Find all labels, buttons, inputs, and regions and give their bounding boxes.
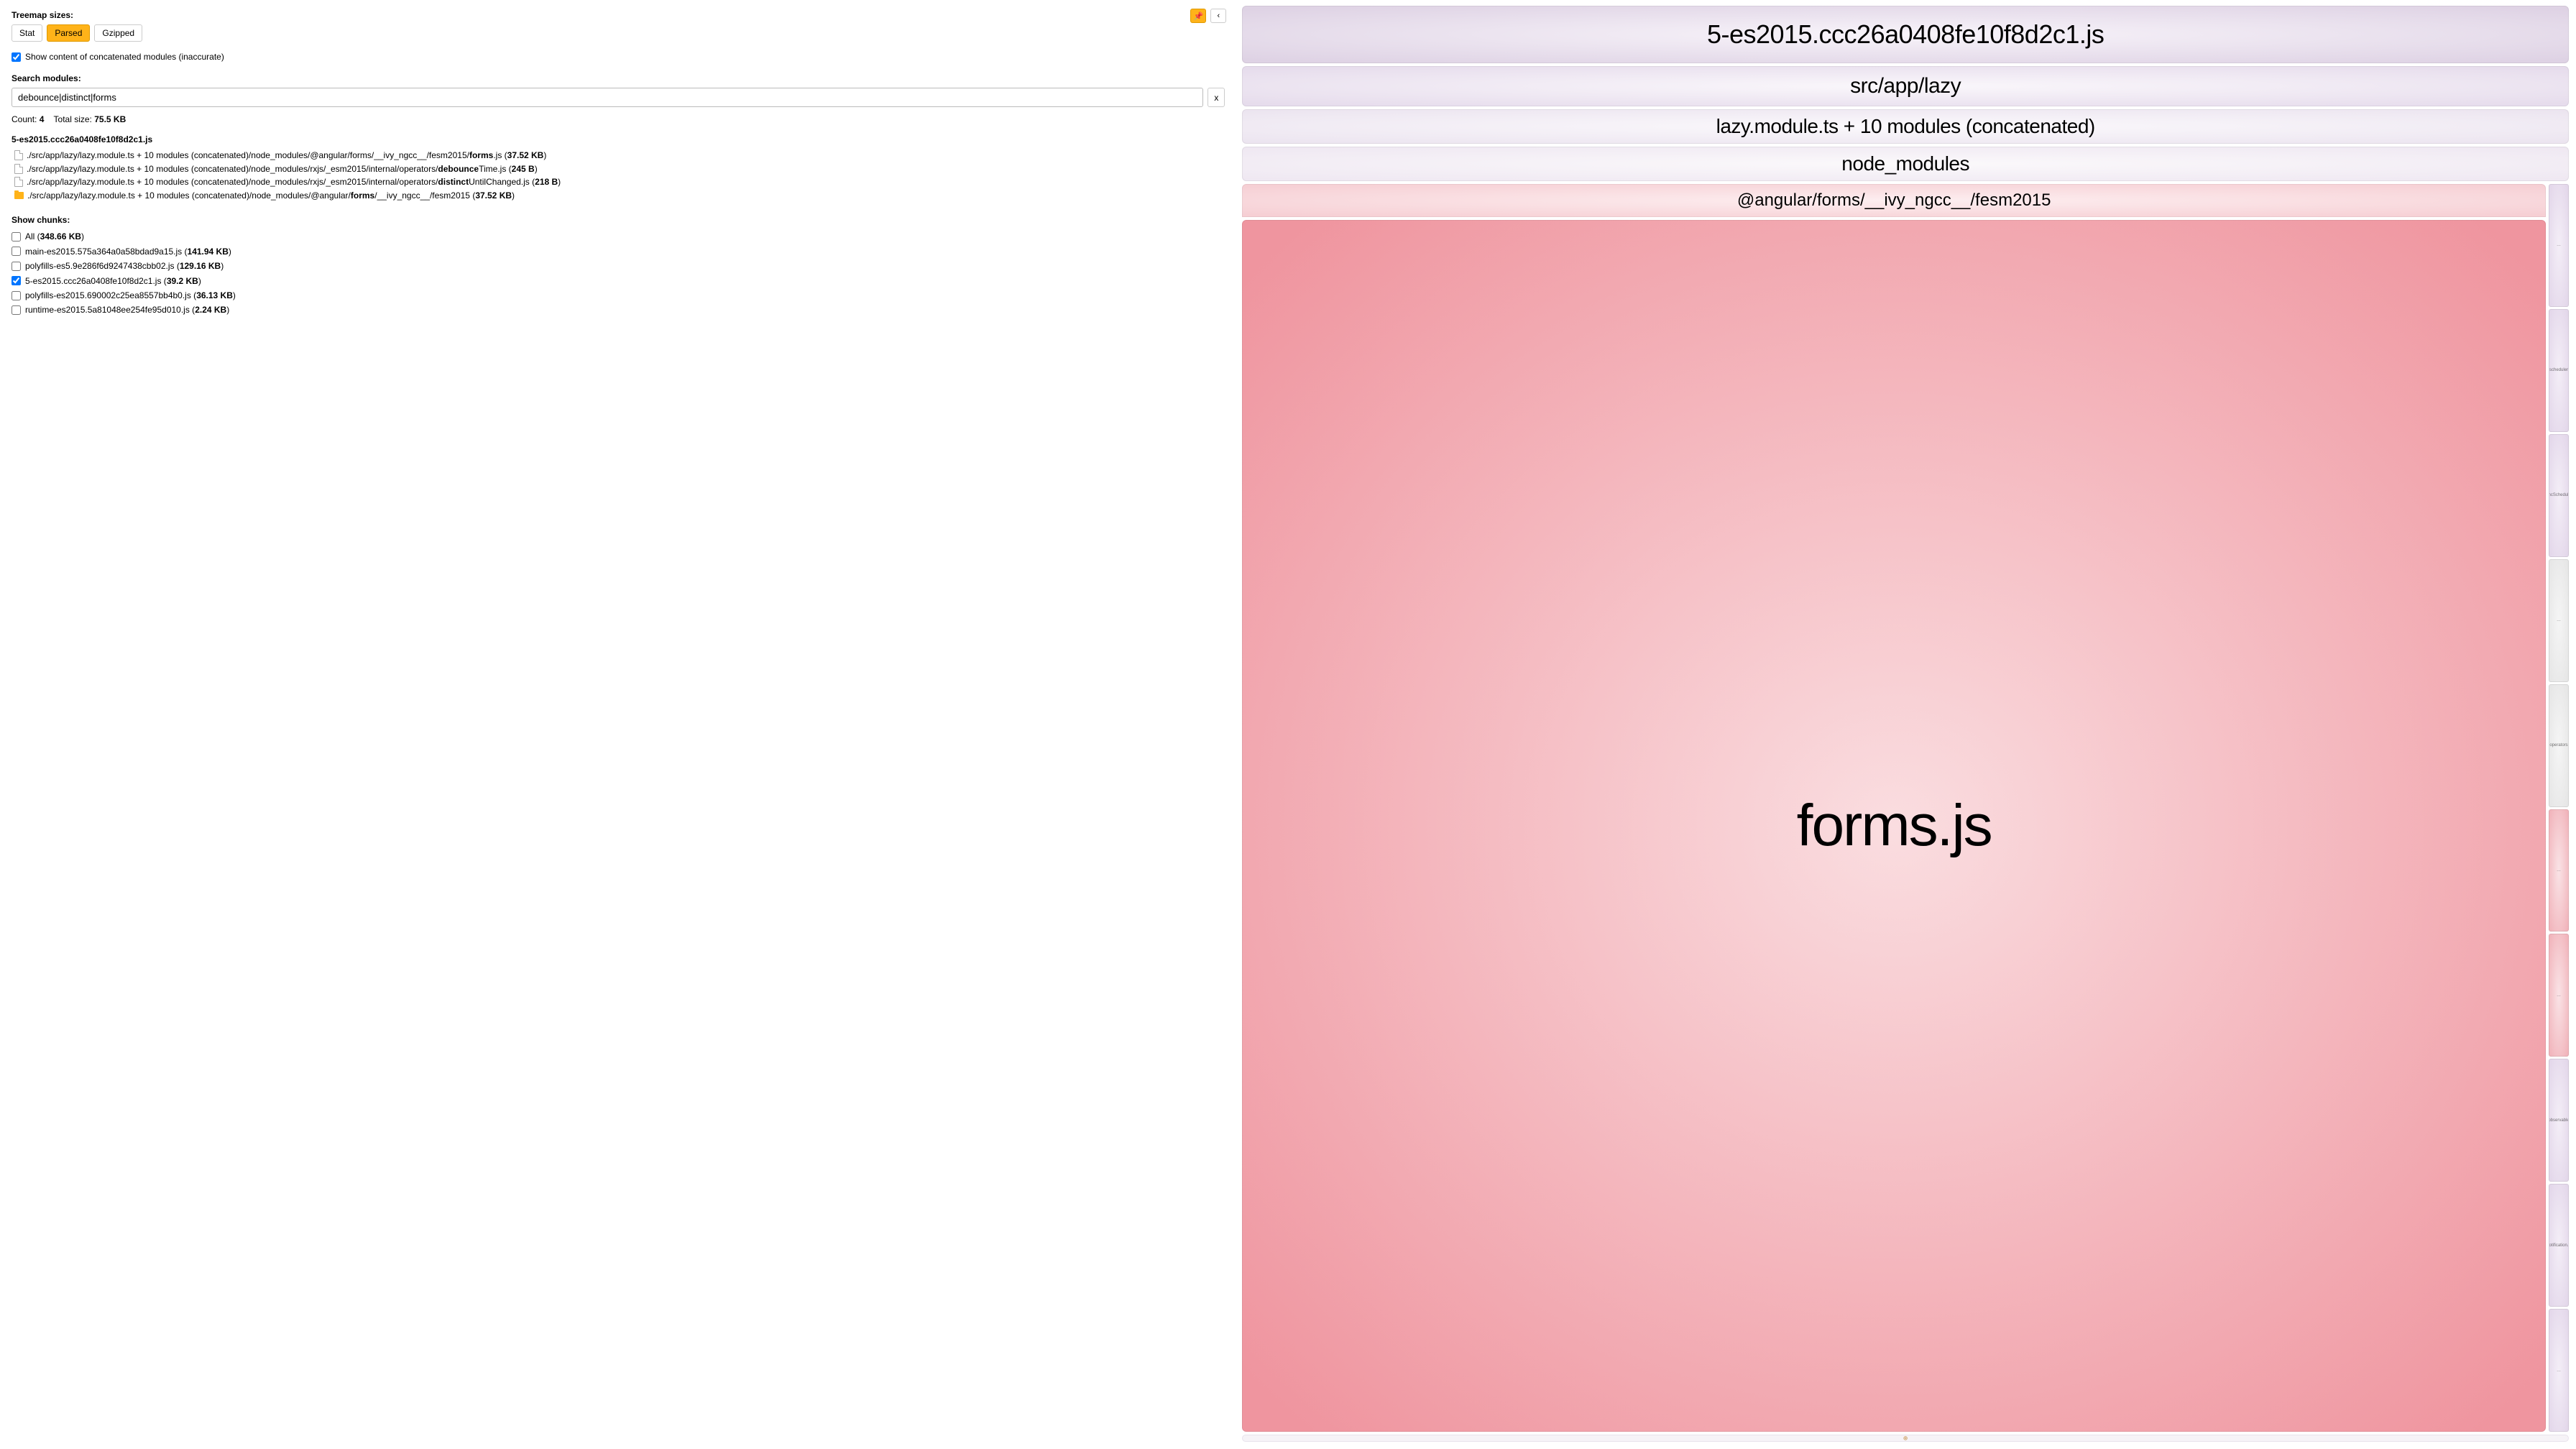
chunk-label: main-es2015.575a364a0a58bdad9a15.js (141… [25,244,231,259]
treemap-bottom-strip[interactable] [1242,1435,2569,1442]
treemap-sizes-label: Treemap sizes: [12,10,1225,20]
result-text: ./src/app/lazy/lazy.module.ts + 10 modul… [27,149,546,162]
result-group-title: 5-es2015.ccc26a0408fe10f8d2c1.js [12,134,1225,144]
treemap-panel[interactable]: 5-es2015.ccc26a0408fe10f8d2c1.js src/app… [1236,0,2576,1449]
treemap-right-col: …schedulerAsyncScheduler.js…operators……o… [2549,184,2569,1432]
chunk-checkbox[interactable] [12,291,21,300]
result-item[interactable]: ./src/app/lazy/lazy.module.ts + 10 modul… [12,162,1225,176]
treemap-tiny-node[interactable]: … [2549,1309,2569,1432]
chunk-checkbox[interactable] [12,276,21,285]
show-concat-checkbox[interactable] [12,52,21,62]
treemap-left-col: @angular/forms/__ivy_ngcc__/fesm2015 for… [1242,184,2546,1432]
file-icon [14,177,23,187]
chunk-list: All (348.66 KB)main-es2015.575a364a0a58b… [12,229,1225,317]
treemap-tiny-node[interactable]: scheduler [2549,309,2569,432]
search-modules-label: Search modules: [12,73,1225,83]
pin-icon: 📌 [1193,12,1203,21]
search-input[interactable] [12,88,1203,107]
treemap-node-lazy-module[interactable]: lazy.module.ts + 10 modules (concatenate… [1242,109,2569,144]
count-label: Count: [12,114,37,124]
chunk-label: polyfills-es5.9e286f6d9247438cbb02.js (1… [25,259,224,273]
treemap-tiny-node[interactable]: … [2549,559,2569,682]
search-row: x [12,88,1225,107]
treemap-tiny-node[interactable]: … [2549,184,2569,307]
chevron-left-icon: ‹ [1217,12,1220,20]
chunk-label: polyfills-es2015.690002c25ea8557bb4b0.js… [25,288,236,303]
sidebar-panel: 📌 ‹ Treemap sizes: Stat Parsed Gzipped S… [0,0,1236,1449]
chunk-item[interactable]: All (348.66 KB) [12,229,1225,244]
result-item[interactable]: ./src/app/lazy/lazy.module.ts + 10 modul… [12,175,1225,189]
treemap-node-angular-forms-dir[interactable]: @angular/forms/__ivy_ngcc__/fesm2015 [1242,184,2546,217]
collapse-button[interactable]: ‹ [1210,9,1226,23]
count-value: 4 [40,114,45,124]
treemap-node-node-modules[interactable]: node_modules [1242,147,2569,181]
total-size-value: 75.5 KB [94,114,126,124]
result-text: ./src/app/lazy/lazy.module.ts + 10 modul… [27,162,538,176]
result-text: ./src/app/lazy/lazy.module.ts + 10 modul… [27,189,515,203]
chunk-item[interactable]: polyfills-es5.9e286f6d9247438cbb02.js (1… [12,259,1225,273]
treemap-middle: @angular/forms/__ivy_ngcc__/fesm2015 for… [1242,184,2569,1432]
result-text: ./src/app/lazy/lazy.module.ts + 10 modul… [27,175,561,189]
chunk-checkbox[interactable] [12,262,21,271]
chunk-item[interactable]: main-es2015.575a364a0a58bdad9a15.js (141… [12,244,1225,259]
treemap-tiny-node[interactable]: operators [2549,684,2569,807]
file-icon [14,150,23,160]
size-stat-button[interactable]: Stat [12,24,42,42]
show-chunks-label: Show chunks: [12,215,1225,225]
pin-button[interactable]: 📌 [1190,9,1206,23]
file-icon [14,164,23,174]
chunk-label: 5-es2015.ccc26a0408fe10f8d2c1.js (39.2 K… [25,274,201,288]
treemap-tiny-node[interactable]: … [2549,934,2569,1057]
chunk-checkbox[interactable] [12,247,21,256]
show-concat-row[interactable]: Show content of concatenated modules (in… [12,52,1225,62]
result-list: ./src/app/lazy/lazy.module.ts + 10 modul… [12,149,1225,202]
chunk-label: All (348.66 KB) [25,229,84,244]
size-gzipped-button[interactable]: Gzipped [94,24,142,42]
size-button-row: Stat Parsed Gzipped [12,24,1225,42]
size-parsed-button[interactable]: Parsed [47,24,90,42]
sidebar-controls: 📌 ‹ [1190,9,1226,23]
total-size-label: Total size: [54,114,92,124]
search-clear-button[interactable]: x [1208,88,1225,107]
chunk-item[interactable]: runtime-es2015.5a81048ee254fe95d010.js (… [12,303,1225,317]
result-item[interactable]: ./src/app/lazy/lazy.module.ts + 10 modul… [12,189,1225,203]
chunk-checkbox[interactable] [12,305,21,315]
show-concat-label: Show content of concatenated modules (in… [25,52,224,62]
chunk-checkbox[interactable] [12,232,21,242]
treemap-tiny-node[interactable]: observable [2549,1059,2569,1182]
result-item[interactable]: ./src/app/lazy/lazy.module.ts + 10 modul… [12,149,1225,162]
treemap-tiny-node[interactable]: Notification.js [2549,1184,2569,1307]
chunk-label: runtime-es2015.5a81048ee254fe95d010.js (… [25,303,229,317]
treemap-node-forms-js[interactable]: forms.js [1242,220,2546,1432]
treemap-node-root[interactable]: 5-es2015.ccc26a0408fe10f8d2c1.js [1242,6,2569,63]
search-summary: Count: 4 Total size: 75.5 KB [12,114,1225,124]
treemap-tiny-node[interactable]: AsyncScheduler.js [2549,434,2569,557]
treemap-node-src-app-lazy[interactable]: src/app/lazy [1242,66,2569,106]
chunk-item[interactable]: 5-es2015.ccc26a0408fe10f8d2c1.js (39.2 K… [12,274,1225,288]
chunk-item[interactable]: polyfills-es2015.690002c25ea8557bb4b0.js… [12,288,1225,303]
treemap-tiny-node[interactable]: … [2549,809,2569,932]
app-root: 📌 ‹ Treemap sizes: Stat Parsed Gzipped S… [0,0,2576,1449]
folder-icon [14,192,24,199]
